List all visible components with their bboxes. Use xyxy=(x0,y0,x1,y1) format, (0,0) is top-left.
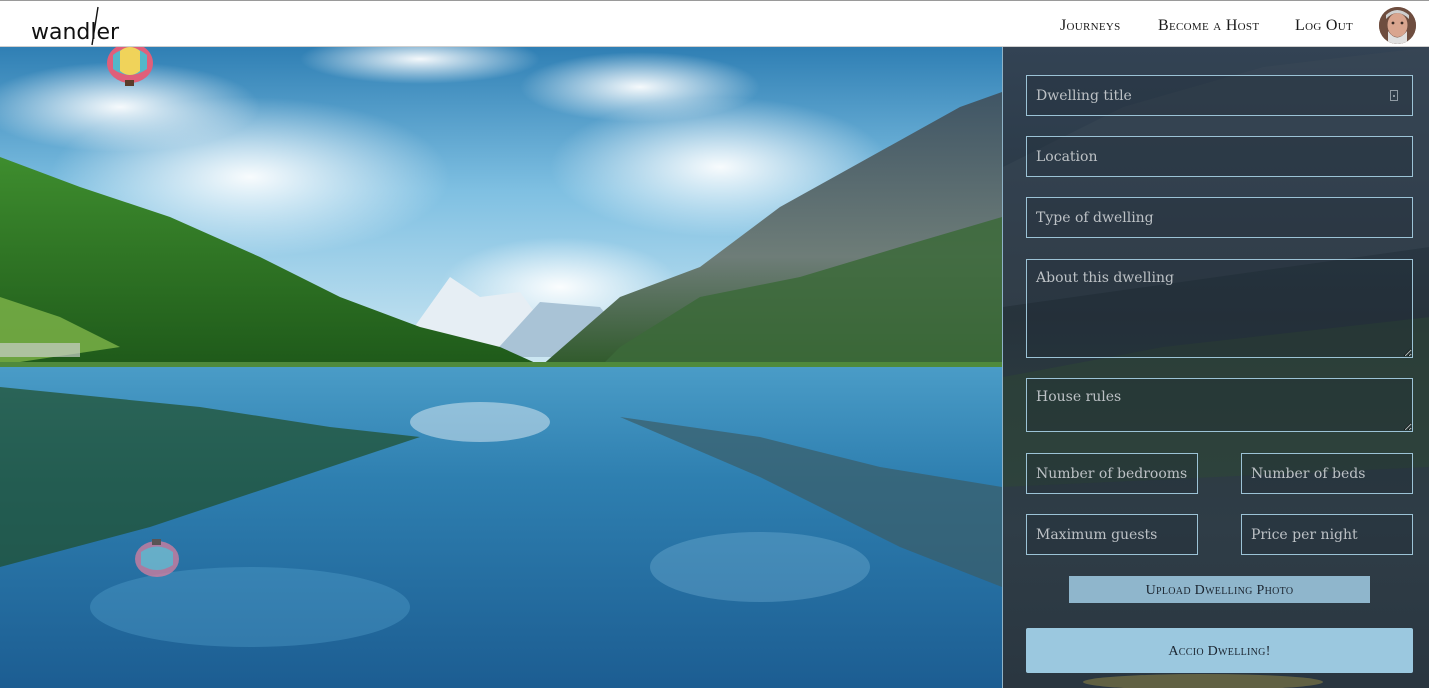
nav-log-out[interactable]: Log Out xyxy=(1295,17,1353,35)
user-avatar[interactable] xyxy=(1379,7,1416,44)
price-per-night-input[interactable] xyxy=(1241,514,1413,555)
dwelling-type-input[interactable] xyxy=(1026,197,1413,238)
beds-input[interactable] xyxy=(1241,453,1413,494)
dwelling-title-input[interactable] xyxy=(1026,75,1413,116)
nav-journeys[interactable]: Journeys xyxy=(1060,17,1121,35)
house-rules-textarea[interactable] xyxy=(1026,378,1413,432)
password-manager-icon[interactable] xyxy=(1390,90,1398,101)
new-dwelling-form-panel: Upload Dwelling Photo Accio Dwelling! xyxy=(1002,47,1429,688)
landscape-hero-image xyxy=(0,47,1002,688)
nav-become-a-host[interactable]: Become a Host xyxy=(1158,17,1259,35)
upload-photo-button[interactable]: Upload Dwelling Photo xyxy=(1069,576,1370,603)
top-navbar: wandler Journeys Become a Host Log Out xyxy=(0,0,1429,47)
location-input[interactable] xyxy=(1026,136,1413,177)
wandler-logo[interactable]: wandler xyxy=(31,5,131,47)
bedrooms-input[interactable] xyxy=(1026,453,1198,494)
about-dwelling-textarea[interactable] xyxy=(1026,259,1413,358)
logo-text: wandler xyxy=(31,20,120,45)
submit-dwelling-button[interactable]: Accio Dwelling! xyxy=(1026,628,1413,673)
max-guests-input[interactable] xyxy=(1026,514,1198,555)
